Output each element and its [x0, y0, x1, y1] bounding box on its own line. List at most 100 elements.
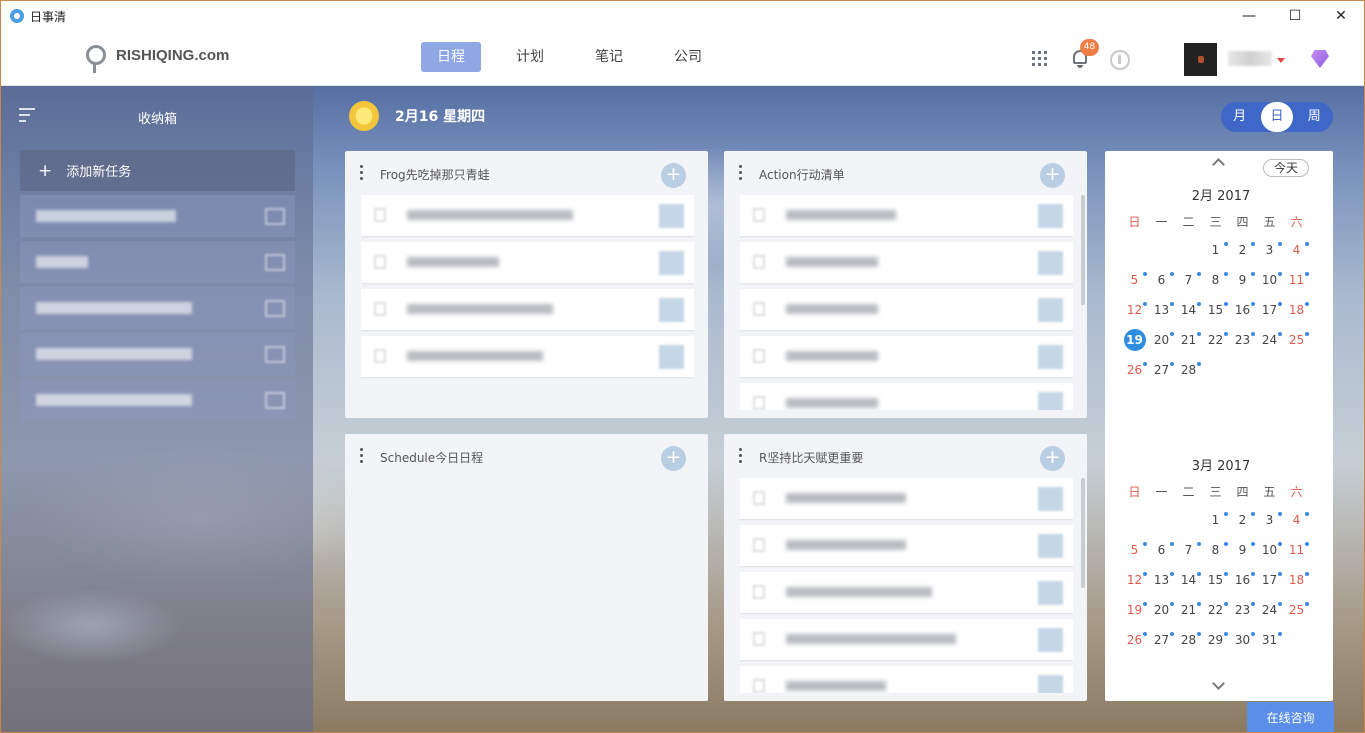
task-row[interactable]: [361, 289, 694, 330]
calendar-day[interactable]: 9: [1229, 535, 1256, 565]
nav-tab-3[interactable]: 公司: [658, 42, 718, 72]
calendar-day[interactable]: 15: [1202, 295, 1229, 325]
calendar-day[interactable]: 14: [1175, 295, 1202, 325]
task-attachment-icon[interactable]: [1038, 204, 1063, 228]
calendar-day[interactable]: 3: [1256, 235, 1283, 265]
chevron-up-icon[interactable]: [1212, 158, 1225, 171]
task-row[interactable]: [361, 195, 694, 236]
maximize-button[interactable]: ☐: [1272, 1, 1318, 31]
apps-grid-icon[interactable]: [1032, 51, 1047, 66]
calendar-day[interactable]: 6: [1148, 535, 1175, 565]
checkbox-icon[interactable]: [753, 255, 765, 269]
view-2-button[interactable]: 周: [1298, 102, 1330, 132]
checkbox-icon[interactable]: [753, 208, 765, 222]
drag-handle-icon[interactable]: [739, 165, 743, 181]
task-row[interactable]: [740, 383, 1073, 410]
calendar-day[interactable]: 15: [1202, 565, 1229, 595]
menu-icon[interactable]: [19, 108, 37, 124]
minimize-button[interactable]: —: [1226, 1, 1272, 31]
calendar-day[interactable]: 8: [1202, 265, 1229, 295]
calendar-day[interactable]: 10: [1256, 535, 1283, 565]
task-attachment-icon[interactable]: [1038, 675, 1063, 693]
task-row[interactable]: [740, 666, 1073, 693]
logo[interactable]: RISHIQING.com: [86, 45, 229, 73]
view-1-button[interactable]: 日: [1260, 102, 1293, 132]
drag-handle-icon[interactable]: [739, 448, 743, 464]
calendar-day[interactable]: 16: [1229, 295, 1256, 325]
calendar-day[interactable]: 22: [1202, 325, 1229, 355]
calendar-day[interactable]: 13: [1148, 295, 1175, 325]
calendar-day[interactable]: 23: [1229, 325, 1256, 355]
calendar-day[interactable]: 2: [1229, 505, 1256, 535]
task-attachment-icon[interactable]: [1038, 345, 1063, 369]
scrollbar[interactable]: [1081, 195, 1085, 305]
calendar-day[interactable]: 18: [1283, 565, 1310, 595]
task-attachment-icon[interactable]: [1038, 581, 1063, 605]
inbox-item[interactable]: [20, 379, 295, 421]
task-row[interactable]: [740, 525, 1073, 566]
calendar-day[interactable]: 27: [1148, 625, 1175, 655]
calendar-day[interactable]: 18: [1283, 295, 1310, 325]
calendar-day[interactable]: 24: [1256, 325, 1283, 355]
calendar-day[interactable]: 4: [1283, 235, 1310, 265]
calendar-day[interactable]: 28: [1175, 355, 1202, 385]
task-attachment-icon[interactable]: [1038, 534, 1063, 558]
checkbox-icon[interactable]: [374, 302, 386, 316]
checkbox-icon[interactable]: [374, 255, 386, 269]
task-row[interactable]: [361, 242, 694, 283]
calendar-day[interactable]: 14: [1175, 565, 1202, 595]
calendar-day[interactable]: 17: [1256, 295, 1283, 325]
checkbox-icon[interactable]: [753, 538, 765, 552]
calendar-day[interactable]: 5: [1121, 265, 1148, 295]
checkbox-icon[interactable]: [753, 585, 765, 599]
task-row[interactable]: [740, 242, 1073, 283]
drag-handle-icon[interactable]: [360, 165, 364, 181]
checkbox-icon[interactable]: [753, 679, 765, 693]
calendar-day[interactable]: 11: [1283, 265, 1310, 295]
add-icon[interactable]: +: [661, 163, 686, 188]
checkbox-icon[interactable]: [265, 208, 285, 225]
task-row[interactable]: [740, 619, 1073, 660]
add-icon[interactable]: +: [1040, 446, 1065, 471]
chevron-down-icon[interactable]: [1212, 677, 1225, 690]
calendar-day[interactable]: 7: [1175, 535, 1202, 565]
calendar-day[interactable]: 21: [1175, 595, 1202, 625]
checkbox-icon[interactable]: [753, 632, 765, 646]
task-attachment-icon[interactable]: [659, 251, 684, 275]
task-attachment-icon[interactable]: [1038, 251, 1063, 275]
nav-tab-1[interactable]: 计划: [500, 42, 560, 72]
nav-tab-0[interactable]: 日程: [421, 42, 481, 72]
task-attachment-icon[interactable]: [1038, 487, 1063, 511]
calendar-day[interactable]: 31: [1256, 625, 1283, 655]
calendar-day[interactable]: 22: [1202, 595, 1229, 625]
diamond-icon[interactable]: [1311, 50, 1329, 68]
calendar-day[interactable]: 21: [1175, 325, 1202, 355]
task-row[interactable]: [740, 289, 1073, 330]
add-icon[interactable]: +: [661, 446, 686, 471]
task-row[interactable]: [740, 336, 1073, 377]
calendar-day[interactable]: 2: [1229, 235, 1256, 265]
checkbox-icon[interactable]: [265, 254, 285, 271]
task-attachment-icon[interactable]: [1038, 392, 1063, 410]
checkbox-icon[interactable]: [374, 349, 386, 363]
calendar-day[interactable]: 19: [1121, 325, 1148, 355]
calendar-day[interactable]: 28: [1175, 625, 1202, 655]
calendar-day[interactable]: 6: [1148, 265, 1175, 295]
calendar-day[interactable]: 27: [1148, 355, 1175, 385]
task-attachment-icon[interactable]: [659, 298, 684, 322]
calendar-day[interactable]: 7: [1175, 265, 1202, 295]
calendar-day[interactable]: 8: [1202, 535, 1229, 565]
calendar-day[interactable]: 5: [1121, 535, 1148, 565]
add-icon[interactable]: +: [1040, 163, 1065, 188]
nav-tab-2[interactable]: 笔记: [579, 42, 639, 72]
task-attachment-icon[interactable]: [1038, 628, 1063, 652]
calendar-day[interactable]: 26: [1121, 625, 1148, 655]
inbox-item[interactable]: [20, 241, 295, 283]
calendar-day[interactable]: 19: [1121, 595, 1148, 625]
task-row[interactable]: [740, 478, 1073, 519]
task-attachment-icon[interactable]: [659, 204, 684, 228]
checkbox-icon[interactable]: [374, 208, 386, 222]
inbox-item[interactable]: [20, 195, 295, 237]
scrollbar[interactable]: [1081, 478, 1085, 588]
calendar-day[interactable]: 11: [1283, 535, 1310, 565]
